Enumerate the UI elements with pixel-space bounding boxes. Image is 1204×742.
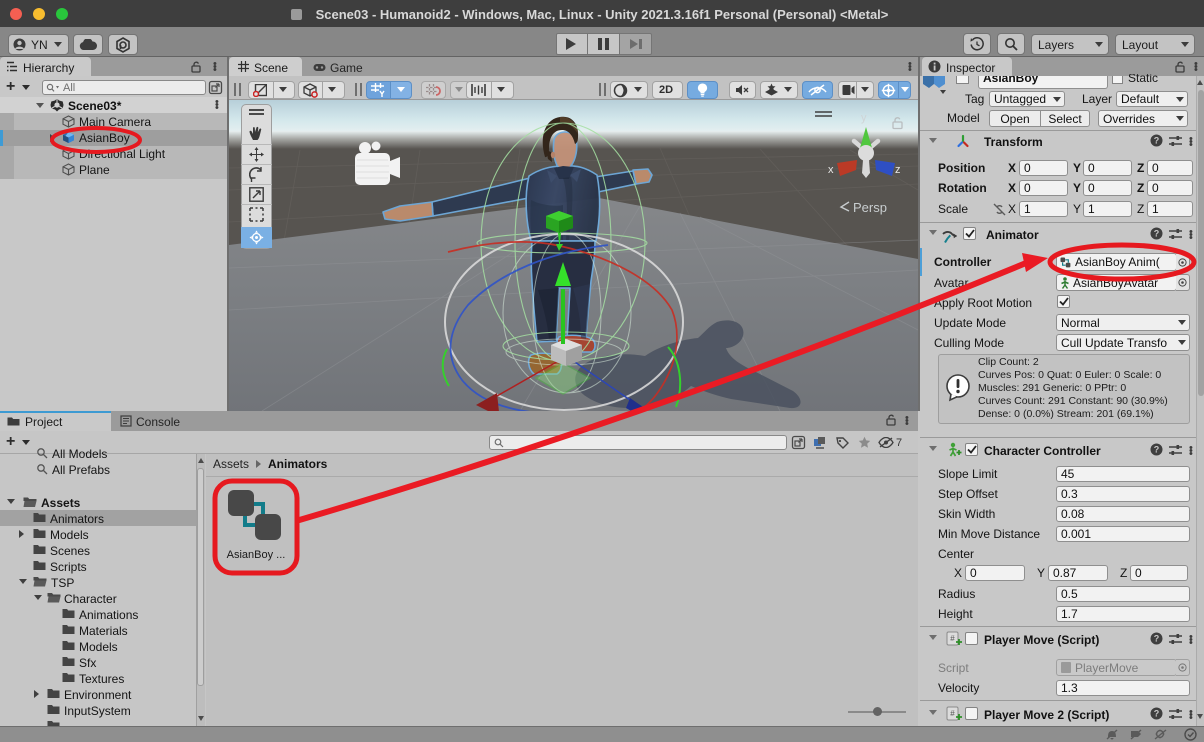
svg-text:Persp: Persp — [853, 200, 887, 215]
svg-text:z: z — [895, 164, 901, 176]
svg-text:?: ? — [1154, 229, 1160, 239]
svg-text:#: # — [950, 709, 955, 718]
svg-text:?: ? — [1154, 136, 1160, 146]
svg-text:?: ? — [1154, 445, 1160, 455]
svg-text:y: y — [861, 112, 867, 124]
svg-text:#: # — [950, 634, 955, 643]
svg-text:?: ? — [1154, 634, 1160, 644]
svg-text:?: ? — [1154, 709, 1160, 719]
svg-text:x: x — [828, 164, 834, 176]
